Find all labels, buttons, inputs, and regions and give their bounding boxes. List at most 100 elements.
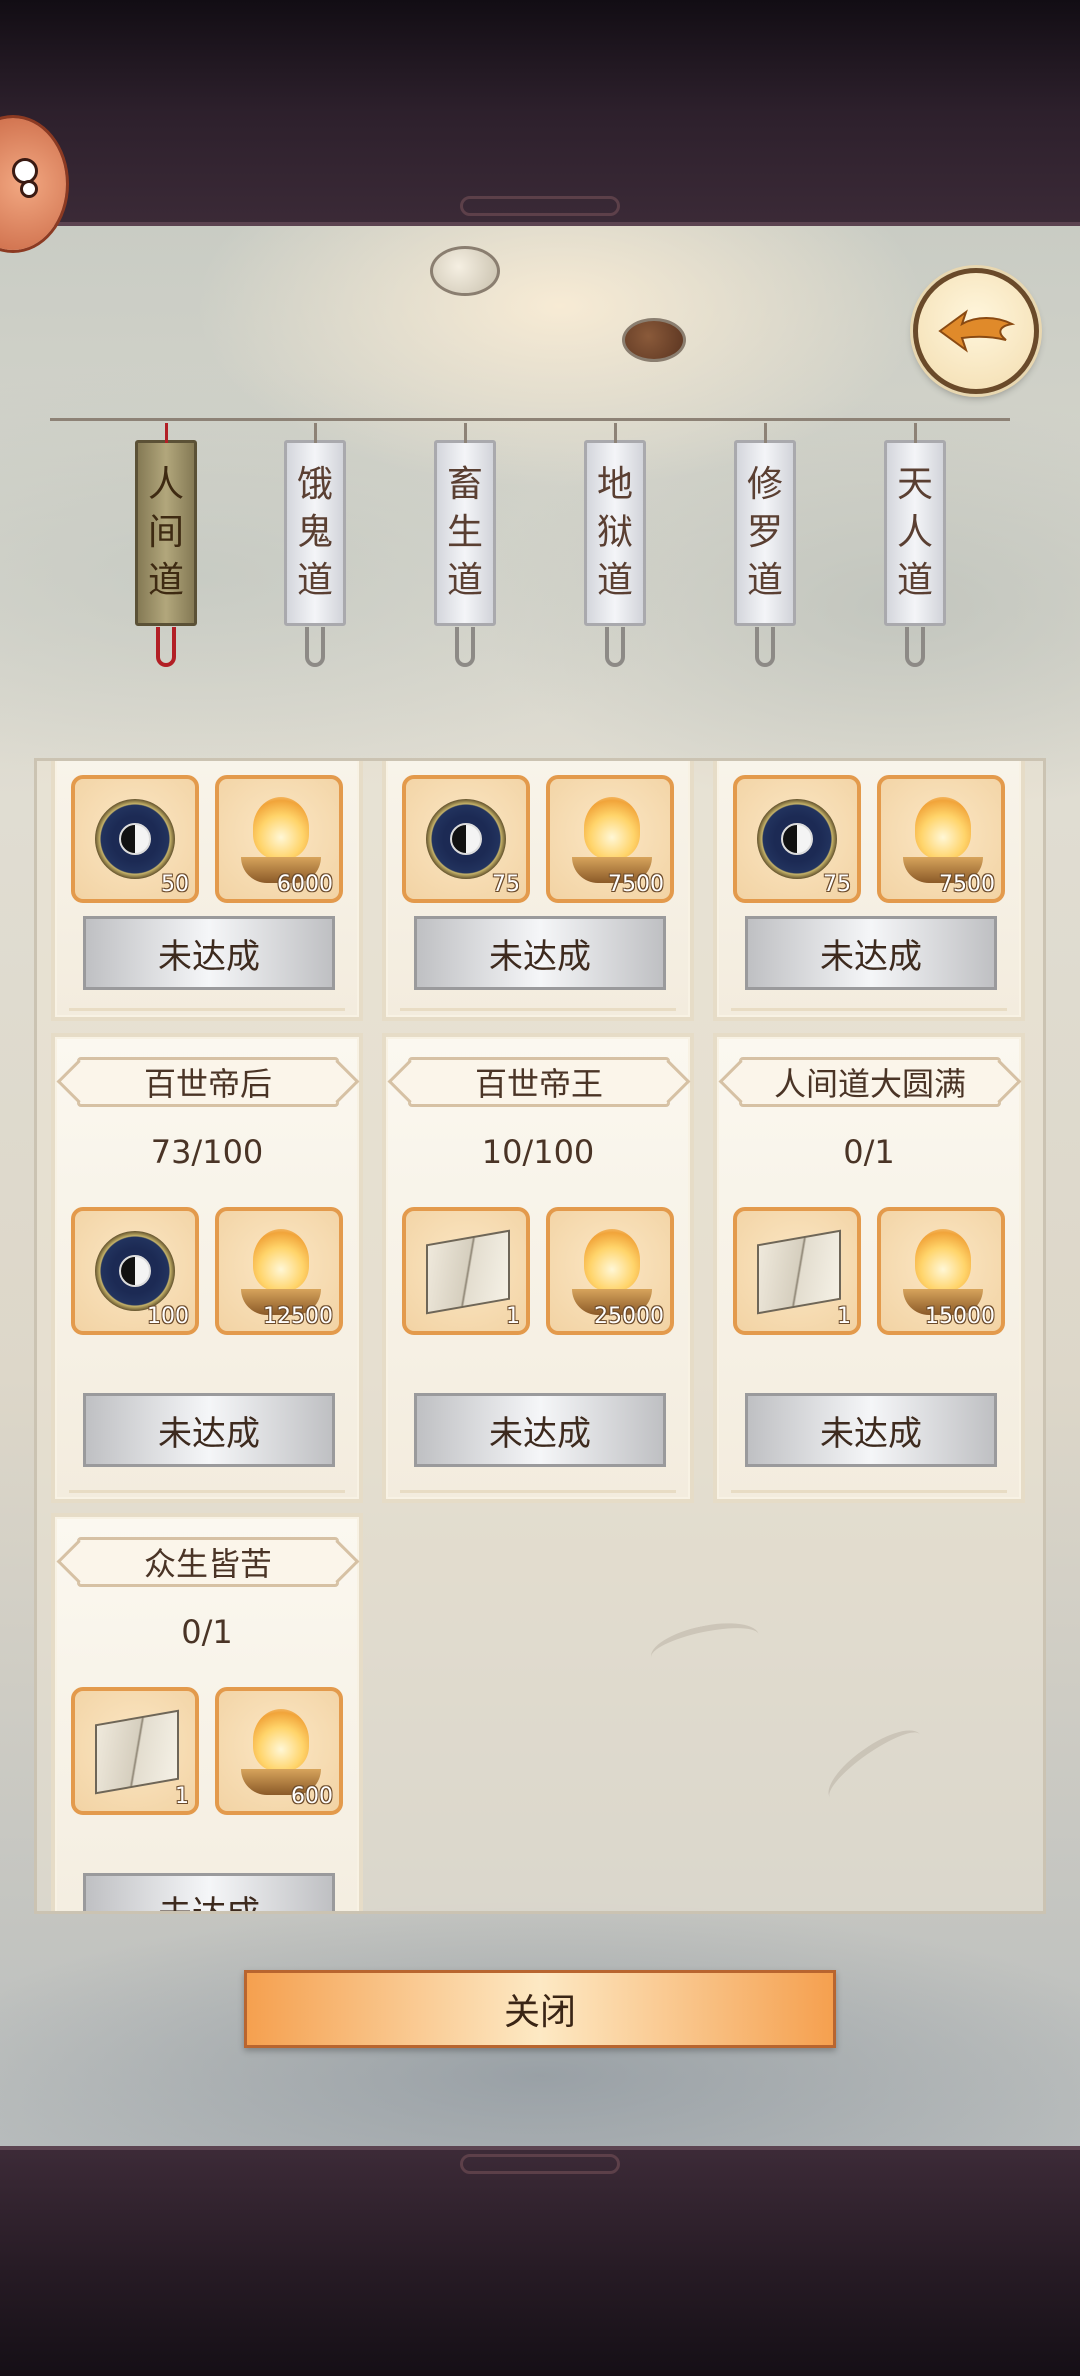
- reward-count: 15000: [925, 1304, 995, 1329]
- reward-count: 1: [175, 1784, 189, 1809]
- yinyang-icon: [450, 823, 482, 855]
- achievement-list[interactable]: 50 6000 未达成 75 7500 未达成 75 7500 未达成 百世帝后…: [34, 758, 1046, 1914]
- top-banner: [0, 0, 1080, 226]
- reward-slot[interactable]: 25000: [546, 1207, 674, 1335]
- incense-burner-icon: [253, 1229, 309, 1291]
- tab-char: 道: [446, 560, 483, 601]
- reward-slot[interactable]: 7500: [546, 775, 674, 903]
- achievement-title: 百世帝王: [408, 1057, 670, 1107]
- reward-count: 600: [291, 1784, 333, 1809]
- achievement-progress: 10/100: [481, 1133, 595, 1171]
- tab-char: 地: [596, 464, 633, 505]
- avatar-eye: [20, 180, 38, 198]
- tab-diyu[interactable]: 地 狱 道: [584, 423, 646, 667]
- top-ornament: [460, 196, 620, 216]
- achievement-card: 众生皆苦 0/1 1 600 未达成: [51, 1513, 363, 1911]
- reward-slot[interactable]: 100: [71, 1207, 199, 1335]
- claim-button[interactable]: 未达成: [83, 1873, 335, 1911]
- tassel-icon: [605, 627, 625, 667]
- reward-slot[interactable]: 6000: [215, 775, 343, 903]
- floating-stone: [622, 318, 686, 362]
- tassel-icon: [156, 627, 176, 667]
- reward-slot[interactable]: 1: [71, 1687, 199, 1815]
- back-arrow-icon: [938, 309, 1016, 353]
- reward-slot[interactable]: 1: [733, 1207, 861, 1335]
- tab-tianren[interactable]: 天 人 道: [884, 423, 946, 667]
- floating-stone: [430, 246, 500, 296]
- yinyang-icon: [119, 823, 151, 855]
- tab-renjian[interactable]: 人 间 道: [135, 423, 197, 667]
- tab-char: 罗: [746, 512, 783, 553]
- achievement-card: 75 7500 未达成: [382, 761, 694, 1021]
- tab-char: 鬼: [296, 512, 333, 553]
- tab-char: 天: [896, 464, 933, 505]
- reward-count: 1: [837, 1304, 851, 1329]
- tab-char: 道: [147, 560, 184, 601]
- reward-slot[interactable]: 15000: [877, 1207, 1005, 1335]
- tab-char: 饿: [296, 464, 333, 505]
- scripture-book-icon: [757, 1229, 841, 1315]
- reward-slot[interactable]: 12500: [215, 1207, 343, 1335]
- reward-count: 7500: [939, 872, 995, 897]
- reward-count: 75: [492, 872, 520, 897]
- scripture-book-icon: [95, 1709, 179, 1795]
- reward-count: 75: [823, 872, 851, 897]
- tab-rope: [50, 418, 1010, 421]
- tassel-icon: [905, 627, 925, 667]
- claim-button[interactable]: 未达成: [414, 1393, 666, 1467]
- incense-burner-icon: [253, 797, 309, 859]
- bottom-banner: [0, 2146, 1080, 2376]
- reward-slot[interactable]: 50: [71, 775, 199, 903]
- tab-char: 修: [746, 464, 783, 505]
- scripture-book-icon: [426, 1229, 510, 1315]
- tab-egui[interactable]: 饿 鬼 道: [284, 423, 346, 667]
- tassel-icon: [305, 627, 325, 667]
- claim-button[interactable]: 未达成: [83, 916, 335, 990]
- achievement-progress: 73/100: [150, 1133, 264, 1171]
- tab-char: 人: [896, 512, 933, 553]
- incense-burner-icon: [584, 1229, 640, 1291]
- tab-char: 狱: [596, 512, 633, 553]
- reward-slot[interactable]: 7500: [877, 775, 1005, 903]
- reward-count: 50: [161, 872, 189, 897]
- reward-slot[interactable]: 600: [215, 1687, 343, 1815]
- achievement-card: 75 7500 未达成: [713, 761, 1025, 1021]
- achievement-title: 众生皆苦: [77, 1537, 339, 1587]
- yinyang-icon: [781, 823, 813, 855]
- reward-count: 7500: [608, 872, 664, 897]
- reward-count: 6000: [277, 872, 333, 897]
- achievement-card: 百世帝后 73/100 100 12500 未达成: [51, 1033, 363, 1503]
- tab-char: 间: [147, 512, 184, 553]
- claim-button[interactable]: 未达成: [83, 1393, 335, 1467]
- reward-count: 25000: [594, 1304, 664, 1329]
- incense-burner-icon: [253, 1709, 309, 1771]
- tab-char: 生: [446, 512, 483, 553]
- tab-char: 道: [296, 560, 333, 601]
- reward-count: 1: [506, 1304, 520, 1329]
- close-button[interactable]: 关闭: [244, 1970, 836, 2048]
- reward-slot[interactable]: 75: [402, 775, 530, 903]
- reward-slot[interactable]: 75: [733, 775, 861, 903]
- achievement-title: 百世帝后: [77, 1057, 339, 1107]
- reward-count: 100: [147, 1304, 189, 1329]
- reward-count: 12500: [263, 1304, 333, 1329]
- tab-char: 道: [896, 560, 933, 601]
- achievement-progress: 0/1: [181, 1613, 233, 1651]
- incense-burner-icon: [915, 1229, 971, 1291]
- claim-button[interactable]: 未达成: [745, 1393, 997, 1467]
- tab-char: 道: [746, 560, 783, 601]
- tab-char: 人: [147, 464, 184, 505]
- tab-char: 畜: [446, 464, 483, 505]
- tassel-icon: [455, 627, 475, 667]
- tassel-icon: [755, 627, 775, 667]
- reward-slot[interactable]: 1: [402, 1207, 530, 1335]
- achievement-card: 50 6000 未达成: [51, 761, 363, 1021]
- incense-burner-icon: [915, 797, 971, 859]
- tab-xiuluo[interactable]: 修 罗 道: [734, 423, 796, 667]
- back-button[interactable]: [913, 268, 1039, 394]
- claim-button[interactable]: 未达成: [745, 916, 997, 990]
- tab-chusheng[interactable]: 畜 生 道: [434, 423, 496, 667]
- achievement-title: 人间道大圆满: [739, 1057, 1001, 1107]
- claim-button[interactable]: 未达成: [414, 916, 666, 990]
- tab-char: 道: [596, 560, 633, 601]
